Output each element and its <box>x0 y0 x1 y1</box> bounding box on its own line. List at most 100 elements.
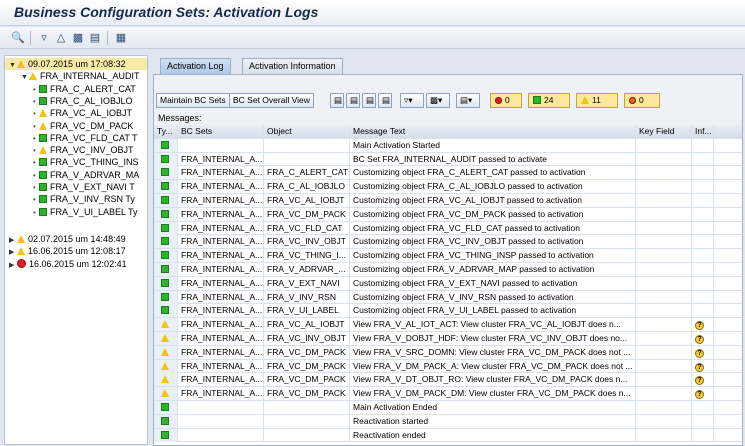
tab-activation-log[interactable]: Activation Log <box>160 58 231 74</box>
table-row[interactable]: FRA_INTERNAL_A... FRA_VC_INV_OBJT View FRA… <box>154 332 742 346</box>
sort-icon[interactable]: △ <box>53 30 69 46</box>
tree-node[interactable]: • FRA_C_ALERT_CAT <box>5 83 147 95</box>
table-row[interactable]: Reactivation started <box>154 414 742 429</box>
cell-text: Reactivation ended <box>350 428 636 442</box>
filter-dropdown-icon[interactable]: ▿▾ <box>400 93 424 108</box>
tree-node[interactable]: ▶ 16.06.2015 um 12:02:41 <box>5 258 147 272</box>
table-row[interactable]: FRA_INTERNAL_A... FRA_VC_DM_PACK View FRA_… <box>154 345 742 360</box>
info-filter-button[interactable]: 0 <box>624 93 660 108</box>
table-row[interactable]: FRA_INTERNAL_A... FRA_VC_DM_PACK View FRA_… <box>154 387 742 401</box>
expand-icon[interactable]: ▶ <box>9 260 17 272</box>
column-header-type[interactable]: Ty... <box>154 125 178 138</box>
binoculars-icon[interactable]: ▤ <box>362 93 376 108</box>
info-cell <box>692 152 714 166</box>
tree-node[interactable]: • FRA_VC_DM_PACK <box>5 120 147 132</box>
success-icon <box>39 183 47 191</box>
table-row[interactable]: FRA_INTERNAL_A... FRA_VC_DM_PACK View FRA_… <box>154 373 742 388</box>
status-cell <box>154 276 178 290</box>
export-dropdown-icon[interactable]: ▤▾ <box>456 93 480 108</box>
success-icon <box>161 196 169 204</box>
help-icon[interactable]: ? <box>695 390 704 400</box>
tab-activation-information[interactable]: Activation Information <box>242 58 343 74</box>
error-filter-button[interactable]: 0 <box>490 93 522 108</box>
cell-text: Main Activation Started <box>350 138 636 152</box>
table-row[interactable]: FRA_INTERNAL_A... FRA_VC_AL_IOBJT Customiz… <box>154 194 742 208</box>
info-cell <box>692 235 714 249</box>
table-row[interactable]: FRA_INTERNAL_A... FRA_VC_FLD_CAT Customizi… <box>154 221 742 236</box>
success-icon <box>39 84 47 93</box>
success-icon <box>161 223 169 232</box>
tree-node[interactable]: • FRA_VC_INV_OBJT <box>5 144 147 156</box>
cell-bcset: FRA_INTERNAL_A... <box>178 235 264 249</box>
tree-node[interactable]: • FRA_VC_THING_INS <box>5 156 147 168</box>
table-row[interactable]: Main Activation Ended <box>154 401 742 415</box>
cell-bcset: FRA_INTERNAL_A... <box>178 373 264 387</box>
tree-node[interactable]: • FRA_V_UI_LABEL Ty <box>5 206 147 218</box>
cell-bcset: FRA_INTERNAL_A... <box>178 152 264 166</box>
column-header-info[interactable]: Inf... <box>692 125 714 138</box>
bc-set-overall-view-button[interactable]: BC Set Overall View <box>229 93 314 108</box>
table-row[interactable]: FRA_INTERNAL_A... FRA_VC_AL_IOBJT View FRA… <box>154 318 742 332</box>
cell-bcset: FRA_INTERNAL_A... <box>178 359 264 373</box>
column-header-object[interactable]: Object <box>264 125 350 138</box>
tree-node-label: FRA_VC_AL_IOBJT <box>50 108 133 119</box>
details-icon[interactable]: ▤ <box>378 93 392 108</box>
info-cell: ? <box>692 332 714 345</box>
info-icon <box>629 97 636 104</box>
table-row[interactable]: Main Activation Started <box>154 138 742 153</box>
table-row[interactable]: FRA_INTERNAL_A... FRA_VC_DM_PACK Customizi… <box>154 207 742 222</box>
tree-node[interactable]: ▼ FRA_INTERNAL_AUDIT <box>5 70 147 82</box>
success-filter-button[interactable]: 24 <box>528 93 570 108</box>
messages-grid[interactable]: Ty... BC Sets Object Message Text Key Field I… <box>154 125 742 445</box>
table-row[interactable]: FRA_INTERNAL_A... FRA_VC_DM_PACK View FRA_… <box>154 359 742 374</box>
table-row[interactable]: FRA_INTERNAL_A... FRA_V_UI_LABEL Customizi… <box>154 304 742 319</box>
export-icon[interactable]: ▤ <box>87 30 103 46</box>
find-icon[interactable]: 🔍 <box>10 30 26 46</box>
success-icon <box>161 403 169 411</box>
help-icon[interactable]: ? <box>695 321 704 331</box>
table-row[interactable]: FRA_INTERNAL_A... FRA_C_ALERT_CAT Customiz… <box>154 166 742 181</box>
help-icon[interactable]: ? <box>695 348 704 358</box>
tree-node[interactable]: ▼ 09.07.2015 um 17:08:32 <box>5 58 147 70</box>
tree-node[interactable]: • FRA_V_ADRVAR_MA <box>5 169 147 181</box>
filter-icon[interactable]: ▿ <box>36 30 52 46</box>
cell-bcset: FRA_INTERNAL_A... <box>178 180 264 194</box>
cell-object: FRA_VC_FLD_CAT <box>264 221 350 235</box>
warning-filter-button[interactable]: 11 <box>576 93 618 108</box>
table-row[interactable]: FRA_INTERNAL_A... FRA_V_INV_RSN Customizin… <box>154 290 742 305</box>
tree-node-label: 16.06.2015 um 12:08:17 <box>28 246 126 257</box>
help-icon[interactable]: ? <box>695 335 704 344</box>
help-icon[interactable]: ? <box>695 376 704 386</box>
tree-node[interactable]: • FRA_C_AL_IOBJLO <box>5 95 147 107</box>
table-row[interactable]: Reactivation ended <box>154 428 742 443</box>
tree-node[interactable]: • FRA_VC_AL_IOBJT <box>5 107 147 119</box>
table-row[interactable]: FRA_INTERNAL_A... FRA_V_ADRVAR_... Customi… <box>154 263 742 277</box>
cell-key <box>636 318 692 332</box>
print-icon[interactable]: ▤ <box>330 93 344 108</box>
table-row[interactable]: FRA_INTERNAL_A... FRA_V_EXT_NAVI Customizi… <box>154 276 742 291</box>
activation-log-tree[interactable]: ▼ 09.07.2015 um 17:08:32 ▼ FRA_INTERNAL_AUD… <box>4 55 148 445</box>
tree-node[interactable]: ▶ 16.06.2015 um 12:08:17 <box>5 245 147 257</box>
layout-icon[interactable]: ▦ <box>113 30 129 46</box>
column-header-text[interactable]: Message Text <box>350 125 636 138</box>
tree-node[interactable]: • FRA_VC_FLD_CAT T <box>5 132 147 144</box>
maintain-bc-sets-button[interactable]: Maintain BC Sets <box>156 93 230 108</box>
tree-node-label: FRA_V_INV_RSN Ty <box>50 194 135 205</box>
cell-text: Customizing object FRA_V_INV_RSN passed … <box>350 290 636 304</box>
cell-object: FRA_VC_AL_IOBJT <box>264 194 350 207</box>
tree-node[interactable]: • FRA_V_INV_RSN Ty <box>5 193 147 205</box>
tree-node[interactable]: ▶ 02.07.2015 um 14:48:49 <box>5 233 147 245</box>
title-bar: Business Configuration Sets: Activation … <box>0 0 745 26</box>
layout-dropdown-icon[interactable]: ▩▾ <box>426 93 450 108</box>
print-icon[interactable]: ▩ <box>70 30 86 46</box>
column-header-bcset[interactable]: BC Sets <box>178 125 264 138</box>
table-row[interactable]: FRA_INTERNAL_A... FRA_VC_INV_OBJT Customiz… <box>154 235 742 250</box>
tree-node[interactable]: • FRA_V_EXT_NAVI T <box>5 181 147 193</box>
table-row[interactable]: FRA_INTERNAL_A... FRA_VC_THING_I... Custom… <box>154 249 742 263</box>
column-header-key[interactable]: Key Field <box>636 125 692 138</box>
help-icon[interactable]: ? <box>695 362 704 372</box>
table-row[interactable]: FRA_INTERNAL_A... FRA_C_AL_IOBJLO Customiz… <box>154 180 742 194</box>
table-row[interactable]: FRA_INTERNAL_A... BC Set FRA_INTERNAL_AUD… <box>154 152 742 167</box>
find-icon[interactable]: ▤ <box>346 93 360 108</box>
cell-object: FRA_VC_DM_PACK <box>264 207 350 221</box>
